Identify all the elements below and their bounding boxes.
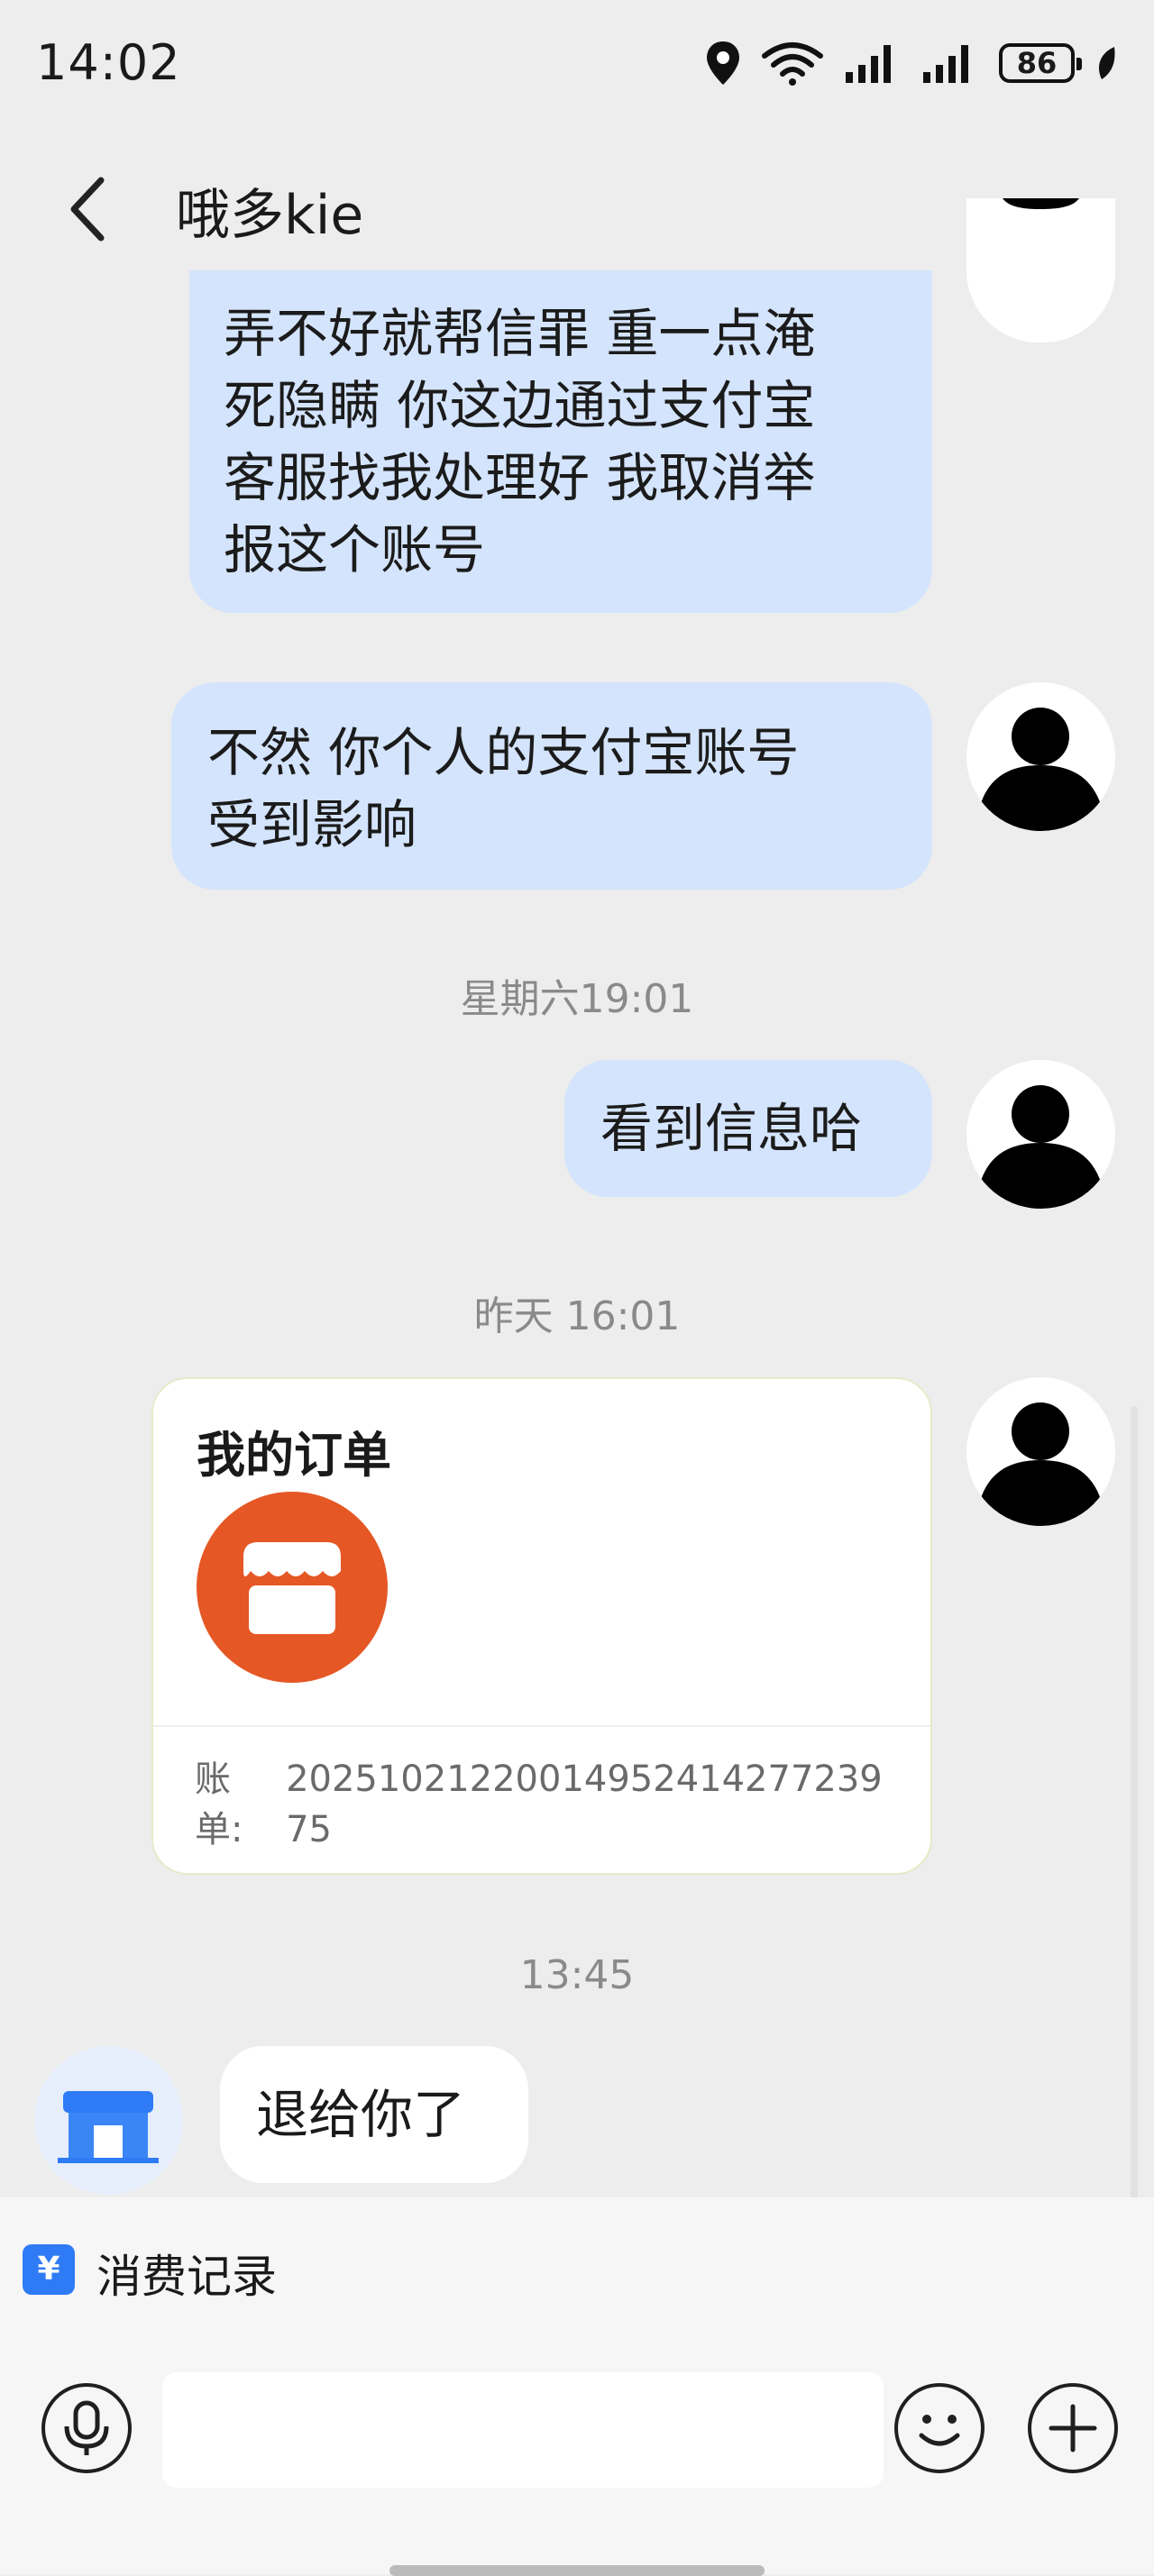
chat-title: 哦多kie	[176, 184, 364, 247]
order-bill: 账单: 2025102122001495241427723975	[195, 1754, 898, 1855]
emoji-button[interactable]	[894, 2383, 985, 2473]
order-title: 我的订单	[197, 1427, 391, 1484]
avatar-silhouette-icon	[966, 198, 1115, 343]
mic-icon	[64, 2400, 109, 2455]
consumption-record-icon[interactable]: ¥	[23, 2244, 75, 2295]
signal-icon	[923, 45, 968, 83]
message-line: 死隐瞒 你这边通过支付宝	[224, 375, 816, 436]
message-line: 不然 你个人的支付宝账号	[207, 722, 800, 783]
order-bill-number: 2025102122001495241427723975	[286, 1758, 883, 1850]
timestamp: 13:45	[519, 1952, 635, 1998]
message-line: 客服找我处理好 我取消举	[224, 447, 816, 508]
message-text: 退给你了	[256, 2084, 466, 2145]
battery-icon: 86	[999, 43, 1082, 83]
home-indicator[interactable]	[389, 2565, 765, 2576]
message-bubble-self[interactable]: 看到信息哈	[564, 1060, 932, 1197]
avatar-silhouette-icon	[975, 708, 1106, 831]
signal-icon	[846, 45, 891, 83]
divider	[153, 1725, 930, 1727]
emoji-icon	[919, 2415, 960, 2446]
order-card[interactable]: 我的订单 账单: 2025102122001495241427723975	[151, 1377, 932, 1875]
wifi-icon	[762, 42, 823, 86]
mic-button[interactable]	[41, 2383, 132, 2473]
message-line: 报这个账号	[224, 519, 486, 580]
location-icon	[707, 41, 739, 85]
message-bubble-self[interactable]: 不然 你个人的支付宝账号 受到影响	[171, 682, 932, 890]
avatar-silhouette-icon	[975, 1402, 1106, 1526]
message-text: 看到信息哈	[600, 1098, 863, 1159]
status-icons: 86	[705, 36, 1118, 90]
message-bubble-other[interactable]: 退给你了	[220, 2046, 528, 2183]
plus-icon	[1049, 2404, 1097, 2453]
avatar[interactable]	[966, 1060, 1115, 1209]
avatar[interactable]	[966, 1377, 1115, 1526]
plus-button[interactable]	[1028, 2383, 1118, 2473]
message-line: 弄不好就帮信罪 重一点淹	[224, 303, 816, 364]
store-icon	[197, 1492, 388, 1683]
message-input[interactable]	[162, 2372, 884, 2488]
status-time: 14:02	[36, 34, 181, 91]
battery-level: 86	[1016, 46, 1058, 80]
consumption-record-label[interactable]: 消费记录	[96, 2241, 277, 2306]
message-bubble-self[interactable]: 弄不好就帮信罪 重一点淹 死隐瞒 你这边通过支付宝 客服找我处理好 我取消举 报…	[189, 270, 932, 613]
avatar[interactable]	[966, 682, 1115, 831]
avatar[interactable]	[34, 2046, 183, 2195]
message-line: 受到影响	[207, 794, 417, 855]
timestamp: 星期六19:01	[460, 976, 694, 1022]
avatar-silhouette-icon	[975, 1085, 1106, 1209]
avatar[interactable]	[966, 198, 1115, 343]
order-bill-label: 账单:	[195, 1758, 243, 1850]
scrollbar[interactable]	[1131, 1406, 1138, 2199]
timestamp: 昨天 16:01	[473, 1293, 681, 1339]
back-icon[interactable]	[54, 173, 126, 245]
store-icon	[58, 2091, 159, 2163]
leaf-icon	[1098, 47, 1115, 79]
